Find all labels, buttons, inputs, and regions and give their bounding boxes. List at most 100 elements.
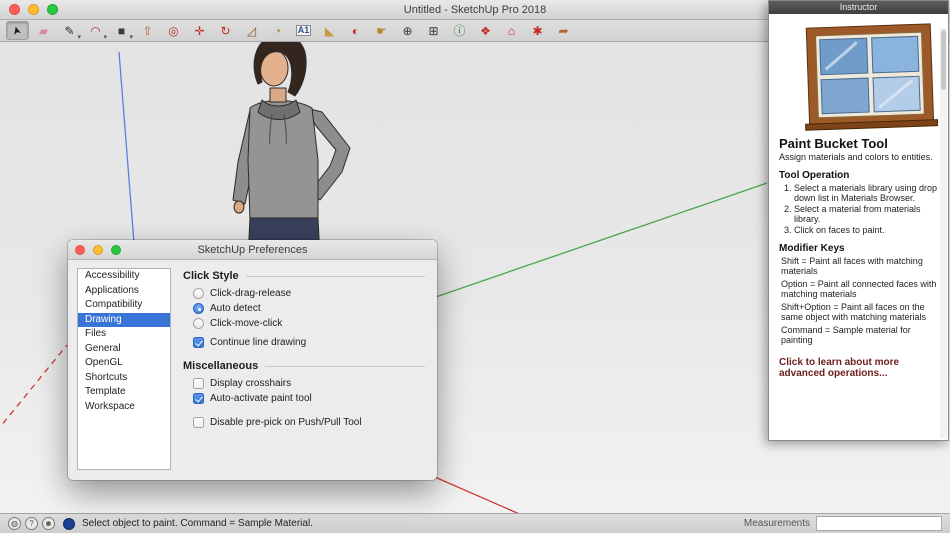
radio-icon[interactable] — [193, 288, 204, 299]
tool-icon: ⇧ — [142, 25, 152, 37]
tool-operation-heading: Tool Operation — [779, 170, 938, 181]
radio-label: Click-move-click — [210, 318, 282, 329]
tool-operation-step: Select a materials library using drop do… — [794, 183, 938, 203]
miscellaneous-option[interactable]: Display crosshairs — [193, 378, 425, 389]
category-label: Applications — [85, 285, 139, 296]
instructor-scrollbar-thumb[interactable] — [941, 30, 946, 90]
modifier-key-line: Option = Paint all connected faces with … — [781, 279, 938, 299]
checkbox-icon[interactable] — [193, 337, 204, 348]
checkbox-label: Auto-activate paint tool — [210, 393, 312, 404]
dropdown-arrow-icon: ▾ — [77, 33, 81, 41]
click-style-radios: Click-drag-release Auto detect Click-mov… — [193, 288, 425, 329]
preferences-category-item[interactable]: Workspace — [78, 400, 170, 415]
help-icon[interactable]: ? — [25, 517, 38, 530]
model-info-tool[interactable]: ⓘ ▾ — [448, 21, 471, 40]
geolocation-icon[interactable]: ◍ — [8, 517, 21, 530]
tool-icon: ➦ — [558, 25, 568, 37]
line-tool[interactable]: ✎ ▾ — [58, 21, 81, 40]
radio-icon[interactable] — [193, 318, 204, 329]
checkbox-icon[interactable] — [193, 378, 204, 389]
tool-status-icon — [63, 518, 75, 530]
tape-measure-tool[interactable]: ◔ ▾ — [266, 21, 289, 40]
text-tool[interactable]: A1 ▾ — [292, 21, 315, 40]
scale-tool[interactable]: ◿ ▾ — [240, 21, 263, 40]
tool-icon: ☛ — [376, 25, 387, 37]
miscellaneous-option[interactable]: Auto-activate paint tool — [193, 393, 425, 404]
click-style-radio-option[interactable]: Auto detect — [193, 303, 425, 314]
advanced-operations-link[interactable]: Click to learn about more advanced opera… — [779, 357, 938, 379]
instructor-scrollbar[interactable] — [940, 28, 947, 439]
pan-tool[interactable]: ☛ ▾ — [370, 21, 393, 40]
tool-icon: ➤ — [11, 25, 24, 37]
click-style-checkboxes: Continue line drawing — [193, 337, 425, 348]
arc-tool[interactable]: ◠ ▾ — [84, 21, 107, 40]
zoom-extents-tool[interactable]: ⊞ ▾ — [422, 21, 445, 40]
miscellaneous-heading-label: Miscellaneous — [183, 360, 258, 372]
move-tool[interactable]: ✛ ▾ — [188, 21, 211, 40]
miscellaneous-checkboxes: Display crosshairs Auto-activate paint t… — [193, 378, 425, 428]
tool-icon: ◠ — [90, 25, 100, 37]
checkbox-icon[interactable] — [193, 393, 204, 404]
shapes-tool[interactable]: ■ ▾ — [110, 21, 133, 40]
radio-icon[interactable] — [193, 303, 204, 314]
tool-icon: ✛ — [194, 25, 204, 37]
preferences-category-item[interactable]: OpenGL — [78, 356, 170, 371]
tool-icon: ■ — [118, 25, 125, 37]
miscellaneous-option[interactable]: Disable pre-pick on Push/Pull Tool — [193, 417, 425, 428]
offset-tool[interactable]: ◎ ▾ — [162, 21, 185, 40]
preferences-titlebar[interactable]: SketchUp Preferences — [68, 240, 437, 260]
status-message: Select object to paint. Command = Sample… — [82, 518, 313, 529]
preferences-category-item[interactable]: Accessibility — [78, 269, 170, 284]
preferences-category-item[interactable]: Shortcuts — [78, 371, 170, 386]
send-to-layout-tool[interactable]: ➦ ▾ — [552, 21, 575, 40]
preferences-category-item[interactable]: Template — [78, 385, 170, 400]
tool-icon: ▰ — [39, 25, 48, 37]
tool-icon: ◔ — [274, 25, 281, 37]
rotate-tool[interactable]: ↻ ▾ — [214, 21, 237, 40]
zoom-tool[interactable]: ⊕ ▾ — [396, 21, 419, 40]
category-label: OpenGL — [85, 357, 123, 368]
tool-operation-step: Click on faces to paint. — [794, 225, 938, 235]
tool-icon: ◿ — [247, 25, 256, 37]
measurements-area: Measurements — [744, 516, 942, 531]
radio-label: Click-drag-release — [210, 288, 291, 299]
preferences-category-item[interactable]: Applications — [78, 284, 170, 299]
measurements-input[interactable] — [816, 516, 942, 531]
preferences-category-item[interactable]: Compatibility — [78, 298, 170, 313]
category-label: Files — [85, 328, 106, 339]
tool-icon: ⊞ — [428, 25, 438, 37]
click-style-radio-option[interactable]: Click-drag-release — [193, 288, 425, 299]
orbit-tool[interactable]: ◐ ▾ — [344, 21, 367, 40]
tool-icon: ✎ — [64, 25, 74, 37]
select-tool[interactable]: ➤ ▾ — [6, 21, 29, 40]
push-pull-tool[interactable]: ⇧ ▾ — [136, 21, 159, 40]
dropdown-arrow-icon: ▾ — [103, 33, 107, 41]
modifier-key-line: Command = Sample material for painting — [781, 325, 938, 345]
preferences-category-item[interactable]: Files — [78, 327, 170, 342]
extension-warehouse-tool[interactable]: ✱ ▾ — [526, 21, 549, 40]
make-component-tool[interactable]: ❖ ▾ — [474, 21, 497, 40]
modifier-keys-list: Shift = Paint all faces with matching ma… — [779, 256, 938, 345]
instructor-tool-title: Paint Bucket Tool — [779, 136, 938, 151]
tool-icon: ❖ — [480, 25, 491, 37]
modifier-key-line: Shift = Paint all faces with matching ma… — [781, 256, 938, 276]
tool-icon: ✱ — [532, 25, 542, 37]
tool-icon: ⓘ — [453, 25, 465, 37]
instructor-titlebar[interactable]: Instructor — [769, 1, 948, 14]
warehouse-tool[interactable]: ⌂ ▾ — [500, 21, 523, 40]
tool-operation-step: Select a material from materials library… — [794, 204, 938, 224]
preferences-category-item[interactable]: Drawing — [78, 313, 170, 328]
tool-icon: ↻ — [220, 25, 230, 37]
preferences-category-item[interactable]: General — [78, 342, 170, 357]
checkbox-icon[interactable] — [193, 417, 204, 428]
tool-icon: ◣ — [325, 25, 334, 37]
signin-icon[interactable]: ☻ — [42, 517, 55, 530]
paint-bucket-tool[interactable]: ◣ ▾ — [318, 21, 341, 40]
statusbar-icons: ◍ ? ☻ — [8, 517, 55, 530]
category-label: Workspace — [85, 401, 135, 412]
instructor-subtitle: Assign materials and colors to entities. — [779, 152, 938, 162]
continue-line-drawing-option[interactable]: Continue line drawing — [193, 337, 425, 348]
click-style-radio-option[interactable]: Click-move-click — [193, 318, 425, 329]
tool-icon: ◐ — [352, 25, 359, 37]
eraser-tool[interactable]: ▰ ▾ — [32, 21, 55, 40]
